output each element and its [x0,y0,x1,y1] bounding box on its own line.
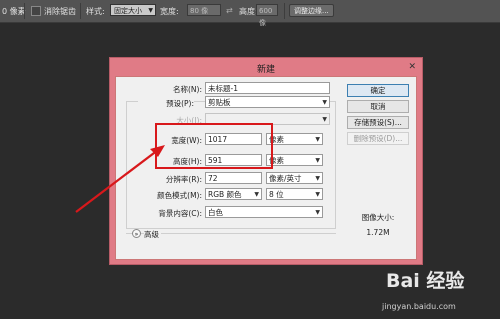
watermark-url: jingyan.baidu.com [382,302,456,311]
baidu-watermark: Bai 经验 jingyan.baidu.com [382,262,500,317]
baidu-jingyan-logo: Bai 经验 [386,270,465,292]
